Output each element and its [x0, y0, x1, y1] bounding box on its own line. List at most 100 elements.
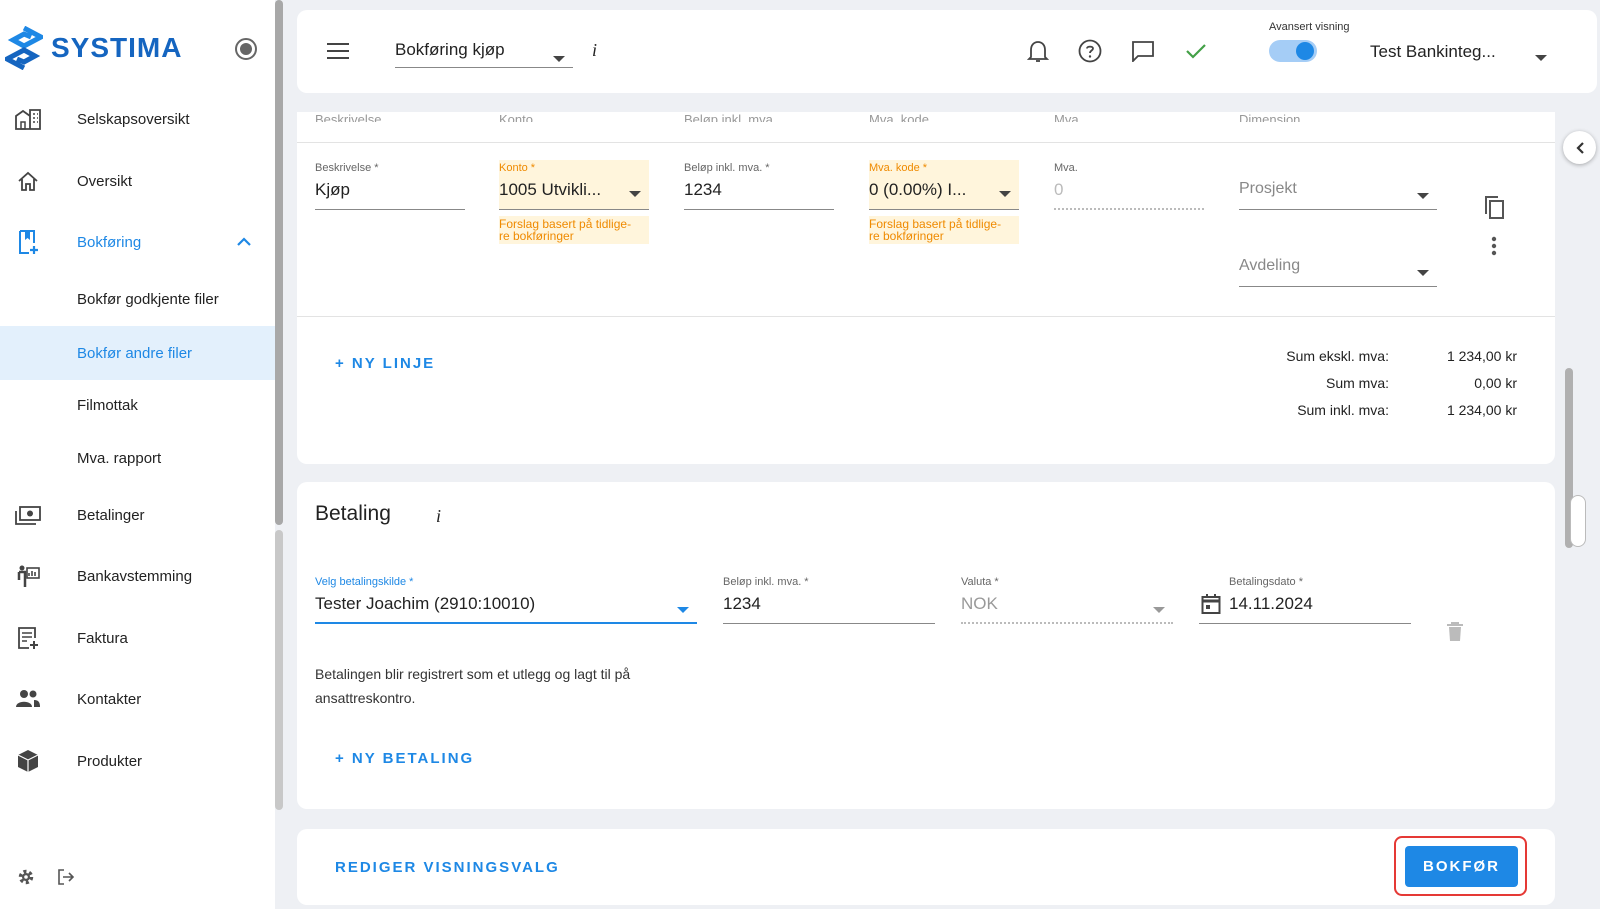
caret-down-icon[interactable] — [1535, 49, 1547, 67]
currency-select: Valuta * NOK — [961, 576, 1173, 624]
field-value: 1234 — [684, 180, 722, 199]
check-icon[interactable] — [1183, 38, 1209, 64]
sidebar-item-bankavstemming[interactable]: Bankavstemming — [0, 549, 275, 603]
payment-note: Betalingen blir registrert som et utlegg… — [315, 666, 631, 706]
sidebar-item-label: Bankavstemming — [77, 567, 193, 585]
sidebar-item-bokforing[interactable]: Bokføring — [0, 215, 275, 269]
field-label: Mva. — [1054, 162, 1078, 174]
divider — [297, 316, 1555, 317]
field-value: Kjøp — [315, 180, 350, 199]
column-header: Beskrivelse — [315, 112, 382, 122]
sidebar-item-produkter[interactable]: Produkter — [0, 734, 275, 788]
amount-field[interactable]: Beløp inkl. mva. * 1234 — [684, 162, 834, 210]
caret-down-icon — [677, 601, 689, 619]
sum-excl-vat-value: 1 234,00 kr — [1446, 348, 1517, 364]
field-placeholder: Prosjekt — [1239, 180, 1297, 197]
sidebar-item-betalinger[interactable]: Betalinger — [0, 488, 275, 542]
payment-source-select[interactable]: Velg betalingskilde * Tester Joachim (29… — [315, 576, 697, 624]
sum-excl-vat-label: Sum ekskl. mva: — [1286, 348, 1389, 364]
vat-amount-field: Mva. 0 — [1054, 162, 1204, 210]
description-field[interactable]: Beskrivelse * Kjøp — [315, 162, 465, 210]
sidebar-subitem-label: Mva. rapport — [77, 449, 162, 467]
sidebar-item-kontakter[interactable]: Kontakter — [0, 672, 275, 726]
action-bar: REDIGER VISNINGSVALG BOKFØR — [297, 829, 1555, 905]
sidebar-scrollbar[interactable] — [275, 0, 283, 525]
posting-lines-card: Beskrivelse Konto Beløp inkl. mva. Mva. … — [297, 112, 1555, 464]
info-icon[interactable]: i — [592, 40, 597, 61]
new-line-button[interactable]: + NY LINJE — [335, 355, 435, 372]
drag-handle[interactable] — [1570, 495, 1586, 547]
column-header: Mva. kode — [869, 112, 929, 122]
advanced-view-label: Avansert visning — [1269, 21, 1350, 33]
logout-icon[interactable] — [57, 868, 75, 886]
caret-down-icon — [1153, 601, 1165, 619]
sidebar-item-oversikt[interactable]: Oversikt — [0, 154, 275, 208]
document-type-value: Bokføring kjøp — [395, 40, 505, 59]
chevron-up-icon[interactable] — [236, 234, 252, 251]
sidebar-item-label: Faktura — [77, 629, 128, 647]
sidebar-item-faktura[interactable]: Faktura — [0, 611, 275, 665]
sidebar-subitem-mva-rapport[interactable]: Mva. rapport — [0, 431, 275, 485]
calendar-icon[interactable] — [1201, 593, 1221, 620]
sum-incl-vat-value: 1 234,00 kr — [1446, 402, 1517, 418]
field-value: 0 — [1054, 180, 1064, 199]
bell-icon[interactable] — [1025, 38, 1051, 64]
project-select[interactable]: Prosjekt — [1239, 162, 1437, 210]
sidebar-item-label: Selskapsoversikt — [77, 110, 190, 128]
document-type-select[interactable]: Bokføring kjøp — [395, 32, 573, 68]
sidebar-subitem-bokfor-godkjente[interactable]: Bokfør godkjente filer — [0, 272, 275, 326]
record-icon[interactable] — [235, 38, 257, 60]
top-bar: Bokføring kjøp i Avansert visning Test B… — [297, 10, 1597, 93]
caret-down-icon — [629, 185, 641, 203]
systima-logo[interactable]: SYSTIMA — [5, 26, 182, 70]
sidebar-subitem-bokfor-andre[interactable]: Bokfør andre filer — [0, 326, 275, 380]
company-name[interactable]: Test Bankinteg... — [1370, 42, 1496, 62]
sidebar-item-label: Bokføring — [77, 233, 142, 251]
field-placeholder: Avdeling — [1239, 257, 1301, 274]
info-icon[interactable]: i — [436, 506, 441, 527]
caret-down-icon — [999, 185, 1011, 203]
chat-icon[interactable] — [1130, 38, 1156, 64]
advanced-view-toggle[interactable] — [1269, 40, 1317, 62]
help-icon[interactable] — [1077, 38, 1103, 64]
sidebar-subitem-label: Filmottak — [77, 396, 138, 414]
sidebar-subitem-label: Bokfør andre filer — [77, 344, 193, 362]
account-suggestion-hint: Forslag basert på tidlige- re bokføringe… — [499, 216, 649, 244]
field-label: Mva. kode * — [869, 162, 928, 174]
collapse-panel-button[interactable] — [1563, 131, 1596, 164]
payment-date-field[interactable]: Betalingsdato * 14.11.2024 — [1199, 576, 1411, 624]
field-value: NOK — [961, 594, 998, 613]
account-select[interactable]: Konto * 1005 Utvikli... — [499, 160, 649, 210]
sidebar-subitem-filmottak[interactable]: Filmottak — [0, 378, 275, 432]
building-icon — [15, 106, 41, 132]
sidebar-subitem-label: Bokfør godkjente filer — [77, 290, 219, 308]
gear-icon[interactable] — [17, 868, 35, 886]
caret-down-icon — [553, 48, 565, 68]
column-header: Konto — [499, 112, 533, 122]
payment-amount-field[interactable]: Beløp inkl. mva. * 1234 — [723, 576, 935, 624]
invoice-icon — [15, 625, 41, 651]
sidebar-item-selskapsoversikt[interactable]: Selskapsoversikt — [0, 92, 275, 146]
field-label: Beløp inkl. mva. * — [723, 576, 809, 588]
menu-icon[interactable] — [327, 43, 349, 59]
sidebar-item-label: Produkter — [77, 752, 143, 770]
brand-name: SYSTIMA — [51, 32, 183, 63]
field-label: Velg betalingskilde * — [315, 576, 414, 588]
contacts-icon — [15, 686, 41, 712]
sum-vat-value: 0,00 kr — [1474, 375, 1517, 391]
department-select[interactable]: Avdeling — [1239, 239, 1437, 287]
payments-icon — [15, 502, 41, 528]
field-label: Valuta * — [961, 576, 999, 588]
copy-icon[interactable] — [1483, 194, 1505, 225]
more-vert-icon[interactable] — [1491, 236, 1497, 261]
vat-code-select[interactable]: Mva. kode * 0 (0.00%) I... — [869, 160, 1019, 210]
products-icon — [15, 748, 41, 774]
trash-icon[interactable] — [1447, 622, 1463, 647]
caret-down-icon — [1417, 187, 1429, 205]
edit-view-options-button[interactable]: REDIGER VISNINGSVALG — [335, 859, 560, 876]
sidebar-item-label: Oversikt — [77, 172, 133, 190]
column-header: Dimensjon — [1239, 112, 1301, 122]
column-header: Mva. — [1054, 112, 1083, 122]
new-payment-button[interactable]: + NY BETALING — [335, 750, 474, 767]
post-button[interactable]: BOKFØR — [1405, 846, 1518, 887]
